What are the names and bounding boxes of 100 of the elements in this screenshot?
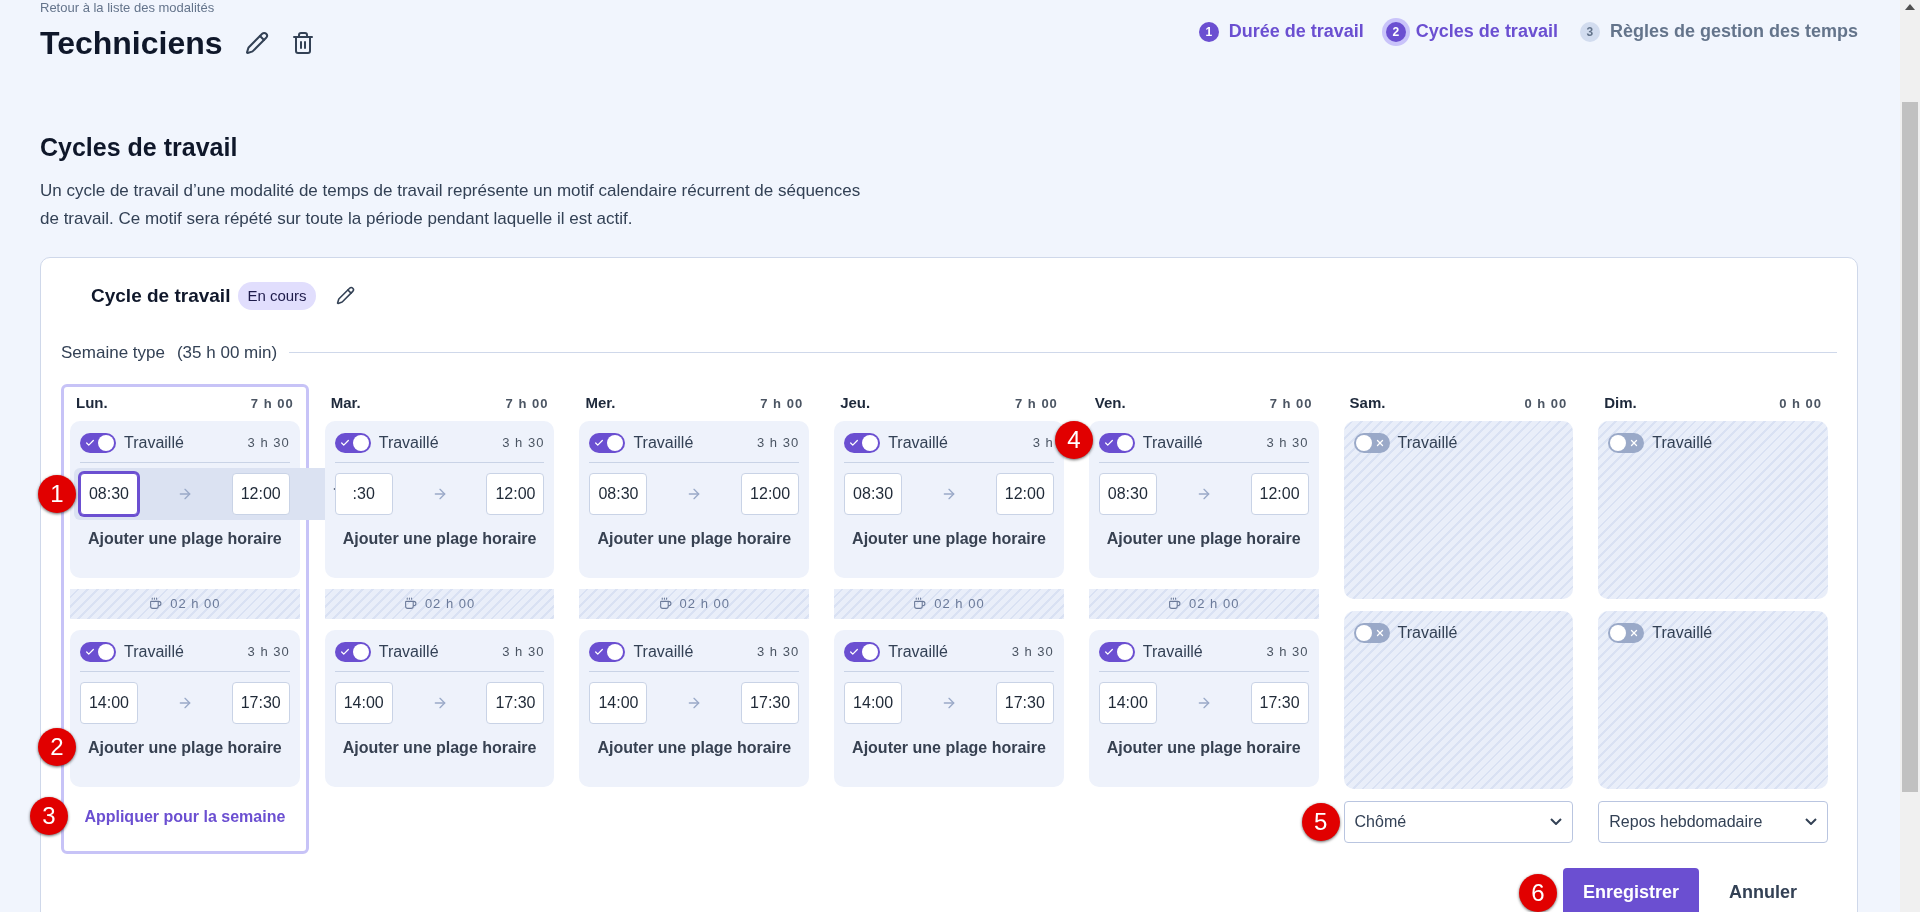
time-field[interactable]: 17:30 — [486, 681, 545, 724]
time-field[interactable]: :30 — [334, 472, 393, 515]
slot-duration: 3 h 30 — [757, 433, 800, 452]
time-field[interactable]: 08:30 — [844, 472, 903, 515]
time-field[interactable]: 12:00 — [486, 472, 545, 515]
slot-label: Travaillé — [124, 432, 184, 453]
toggle-switch[interactable] — [80, 641, 116, 662]
break-duration: 02 h 00 — [1189, 594, 1240, 613]
time-field[interactable]: 14:00 — [589, 681, 648, 724]
time-field[interactable]: 12:00 — [231, 472, 290, 515]
check-icon — [339, 646, 350, 657]
break-duration: 02 h 00 — [679, 594, 730, 613]
toggle-switch[interactable] — [589, 432, 626, 453]
step-tab[interactable]: 2 Cycles de travail — [1385, 18, 1558, 45]
time-field[interactable]: 17:30 — [1250, 681, 1309, 724]
toggle-switch[interactable] — [1608, 432, 1645, 453]
day-total: 0 h 00 — [1524, 394, 1568, 413]
toggle-switch[interactable] — [1098, 641, 1135, 662]
day-total: 7 h 00 — [760, 394, 804, 413]
callout-marker: 3 — [30, 796, 68, 835]
callout-marker: 2 — [38, 727, 76, 766]
step-tab[interactable]: 1 Durée de travail — [1198, 18, 1364, 45]
time-field[interactable]: 14:00 — [334, 681, 393, 724]
week-total: (35 h 00 min) — [176, 342, 278, 364]
slot-label: Travaillé — [633, 641, 694, 662]
add-time-slot-button[interactable]: Ajouter une plage horaire — [597, 526, 792, 551]
add-time-slot-button[interactable]: Ajouter une plage horaire — [87, 735, 282, 760]
check-icon — [339, 437, 350, 448]
slot-label: Travaillé — [1397, 432, 1458, 453]
trash-icon[interactable] — [290, 31, 315, 55]
cup-icon — [149, 597, 163, 610]
toggle-switch[interactable] — [1098, 432, 1135, 453]
step-label: Règles de gestion des temps — [1609, 20, 1858, 43]
cancel-button[interactable]: Annuler — [1729, 879, 1797, 906]
add-time-slot-button[interactable]: Ajouter une plage horaire — [852, 735, 1046, 760]
add-time-slot-button[interactable]: Ajouter une plage horaire — [342, 526, 537, 551]
add-time-slot-button[interactable]: Ajouter une plage horaire — [87, 526, 282, 551]
add-time-slot-button[interactable]: Ajouter une plage horaire — [597, 735, 792, 760]
time-field[interactable]: 08:30 — [1098, 472, 1157, 515]
add-time-slot-button[interactable]: Ajouter une plage horaire — [1106, 735, 1301, 760]
callout-marker: 4 — [1054, 420, 1093, 459]
edit-icon[interactable] — [335, 286, 355, 306]
toggle-switch[interactable] — [589, 641, 626, 662]
check-icon — [849, 646, 860, 657]
day-total: 7 h 00 — [1269, 394, 1313, 413]
slot-duration: 3 h — [1032, 433, 1054, 452]
check-icon — [85, 646, 95, 657]
break-duration: 02 h 00 — [424, 594, 476, 613]
slot-label: Travaillé — [633, 432, 694, 453]
step-number: 2 — [1385, 21, 1406, 42]
check-icon — [1103, 437, 1114, 448]
back-link[interactable]: Retour à la liste des modalités — [40, 1, 315, 15]
time-field[interactable]: 12:00 — [995, 472, 1054, 515]
callout-marker: 1 — [38, 474, 76, 513]
time-field[interactable]: 12:00 — [741, 472, 800, 515]
toggle-switch[interactable] — [334, 641, 371, 662]
scrollbar[interactable] — [1900, 0, 1920, 912]
check-icon — [849, 437, 860, 448]
time-field[interactable]: 17:30 — [995, 681, 1054, 724]
callout-marker: 6 — [1518, 873, 1557, 912]
time-field[interactable]: 17:30 — [231, 681, 290, 724]
rest-type-dropdown[interactable]: Repos hebdomadaire — [1598, 800, 1828, 843]
slot-label: Travaillé — [888, 432, 948, 453]
add-time-slot-button[interactable]: Ajouter une plage horaire — [342, 735, 537, 760]
time-field[interactable]: 14:00 — [80, 681, 138, 724]
toggle-switch[interactable] — [1353, 622, 1390, 643]
time-field[interactable]: 08:30 — [589, 472, 648, 515]
time-field[interactable]: 14:00 — [1098, 681, 1157, 724]
time-field[interactable]: 12:00 — [1250, 472, 1309, 515]
rest-type-dropdown[interactable]: Chômé — [1343, 800, 1574, 843]
check-icon — [594, 646, 605, 657]
time-field[interactable]: 08:30 — [80, 472, 138, 515]
slot-duration: 3 h 30 — [502, 642, 545, 661]
day-total: 0 h 00 — [1779, 394, 1822, 413]
toggle-switch[interactable] — [844, 432, 881, 453]
time-field[interactable]: 14:00 — [844, 681, 903, 724]
day-name: Lun. — [76, 393, 108, 414]
slot-duration: 3 h 30 — [247, 642, 290, 661]
toggle-switch[interactable] — [844, 641, 881, 662]
cross-icon — [1374, 627, 1385, 638]
cup-icon — [403, 597, 417, 610]
toggle-switch[interactable] — [1608, 622, 1645, 643]
slot-duration: 3 h 30 — [1266, 642, 1309, 661]
slot-label: Travaillé — [378, 432, 439, 453]
apply-week-link[interactable]: Appliquer pour la semaine — [84, 804, 286, 829]
toggle-switch[interactable] — [80, 432, 116, 453]
toggle-switch[interactable] — [334, 432, 371, 453]
slot-label: Travaillé — [1652, 622, 1713, 643]
toggle-switch[interactable] — [1353, 432, 1390, 453]
cup-icon — [1168, 597, 1181, 610]
add-time-slot-button[interactable]: Ajouter une plage horaire — [1106, 526, 1301, 551]
check-icon — [594, 437, 605, 448]
step-tab[interactable]: 3 Règles de gestion des temps — [1579, 18, 1858, 45]
save-button[interactable]: Enregistrer — [1562, 867, 1699, 912]
time-field[interactable]: 17:30 — [741, 681, 800, 724]
section-heading: Cycles de travail — [40, 132, 239, 163]
edit-icon[interactable] — [244, 31, 269, 55]
add-time-slot-button[interactable]: Ajouter une plage horaire — [852, 526, 1046, 551]
slot-label: Travaillé — [1142, 432, 1203, 453]
break-duration: 02 h 00 — [934, 594, 985, 613]
